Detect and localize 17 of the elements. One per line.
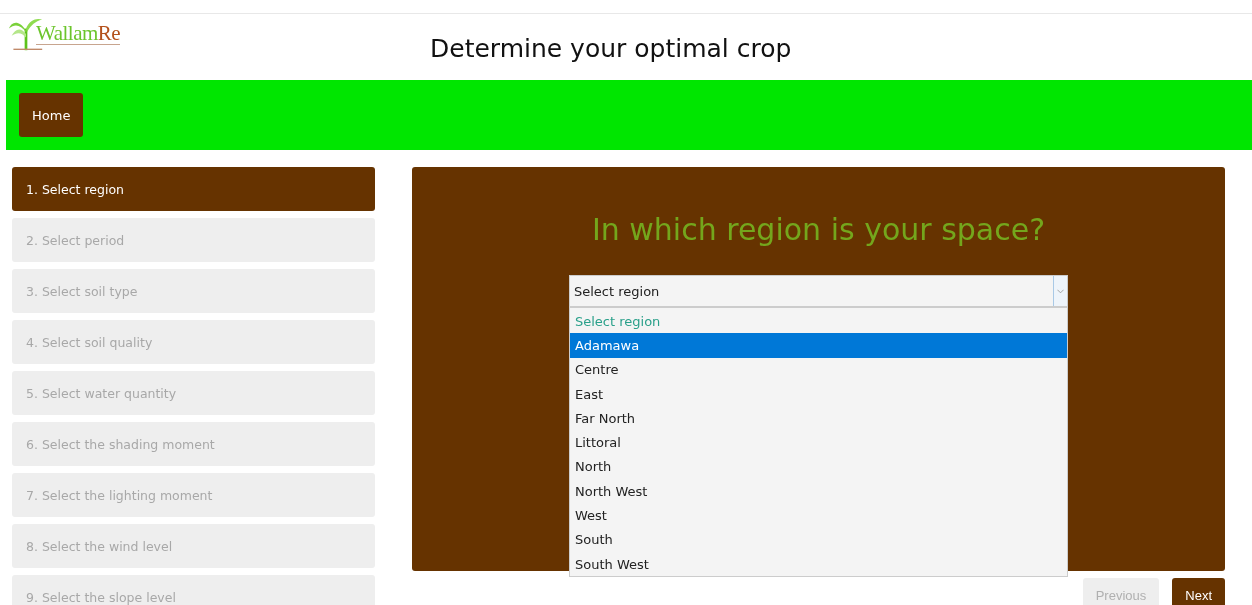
dropdown-option[interactable]: Far North	[570, 406, 1067, 431]
logo-text: WallamRe	[36, 23, 121, 45]
page-title: Determine your optimal crop	[430, 34, 792, 63]
dropdown-option[interactable]: North West	[570, 479, 1067, 504]
question-heading: In which region is your space?	[591, 212, 1046, 247]
dropdown-option[interactable]: South	[570, 527, 1067, 552]
dropdown-option[interactable]: Littoral	[570, 430, 1067, 455]
next-button[interactable]: Next	[1172, 578, 1225, 605]
home-button[interactable]: Home	[19, 93, 84, 137]
dropdown-option[interactable]: Adamawa	[570, 333, 1067, 358]
step-tab[interactable]: 1. Select region	[12, 167, 375, 211]
dropdown-option[interactable]: East	[570, 381, 1067, 407]
dropdown-option[interactable]: Centre	[570, 357, 1067, 382]
region-select[interactable]: Select region	[569, 275, 1068, 307]
dropdown-option[interactable]: West	[570, 503, 1067, 528]
dropdown-option[interactable]: South West	[570, 551, 1067, 577]
dropdown-option[interactable]: North	[570, 454, 1067, 480]
